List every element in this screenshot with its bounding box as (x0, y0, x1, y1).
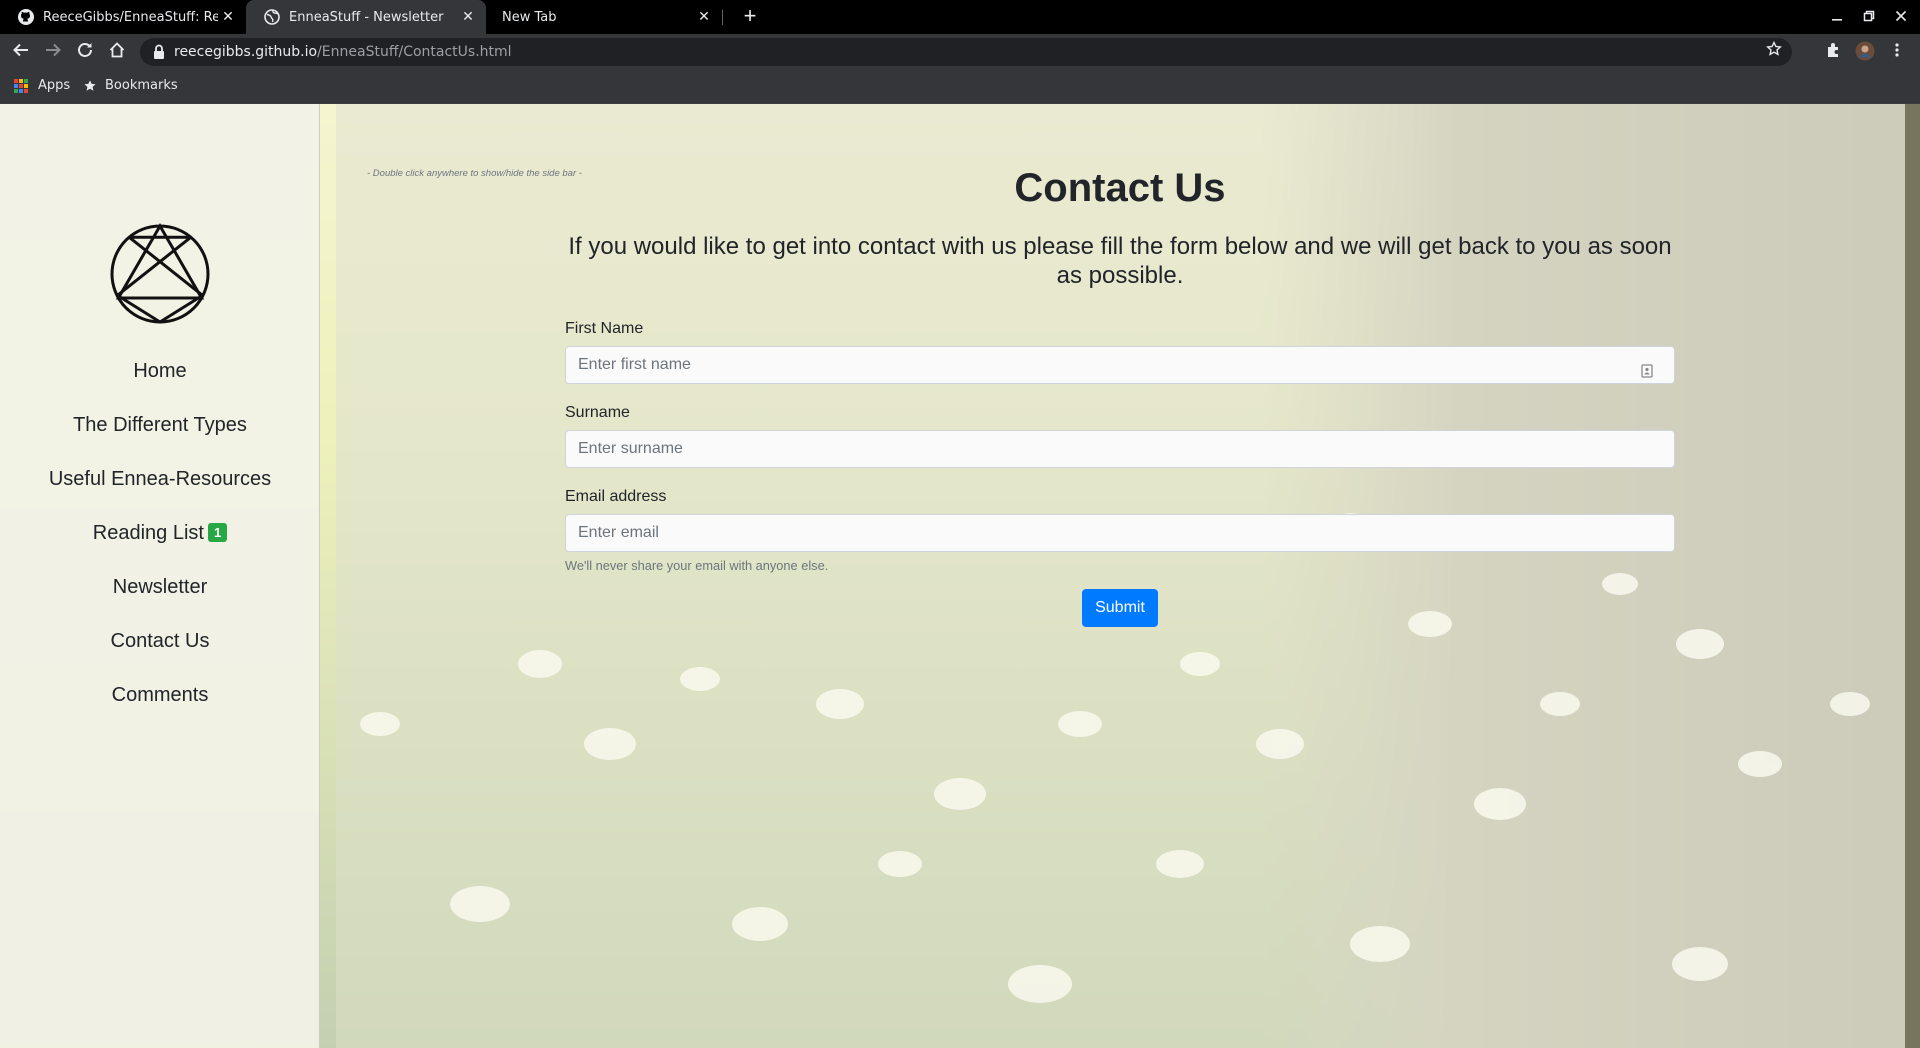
back-icon[interactable] (10, 41, 32, 63)
reload-icon[interactable] (74, 41, 96, 63)
tab-title: ReeceGibbs/EnneaStuff: Rep (43, 9, 218, 25)
submit-button[interactable]: Submit (1082, 589, 1158, 627)
window-close-icon[interactable] (1890, 6, 1912, 28)
reading-list-count-badge: 1 (207, 523, 228, 542)
bookmarks-bar: Apps Bookmarks (0, 70, 1920, 104)
bookmark-star-icon[interactable] (1766, 40, 1782, 62)
email-label: Email address (565, 488, 667, 505)
close-icon[interactable]: ✕ (694, 9, 714, 25)
sidebar: Home The Different Types Useful Ennea-Re… (0, 104, 320, 1048)
profile-avatar-icon[interactable] (1854, 41, 1876, 63)
lock-icon (153, 44, 167, 60)
surname-label: Surname (565, 404, 630, 421)
page-viewport: Home The Different Types Useful Ennea-Re… (0, 104, 1920, 1048)
home-icon[interactable] (106, 41, 128, 63)
github-icon (18, 9, 34, 25)
autofill-contact-icon[interactable] (1641, 364, 1653, 378)
sidebar-item-comments[interactable]: Comments (0, 684, 320, 707)
email-field[interactable] (565, 514, 1675, 552)
tab-newsletter[interactable]: EnneaStuff - Newsletter ✕ (246, 0, 486, 34)
page-title: Contact Us (1014, 166, 1226, 210)
sidebar-toggle-hint: - Double click anywhere to show/hide the… (367, 168, 582, 179)
forward-icon[interactable] (42, 41, 64, 63)
sidebar-item-contact-us[interactable]: Contact Us (0, 630, 320, 653)
bookmark-bookmarks[interactable]: Bookmarks (83, 78, 178, 93)
sidebar-item-ennea-resources[interactable]: Useful Ennea-Resources (0, 468, 320, 491)
bookmark-label: Bookmarks (105, 78, 178, 93)
url-host: reecegibbs.github.io (174, 44, 318, 60)
bookmark-label: Apps (38, 78, 71, 93)
right-edge-strip (1905, 104, 1920, 1048)
tab-strip: ReeceGibbs/EnneaStuff: Rep ✕ EnneaStuff … (0, 0, 1920, 34)
tab-title: New Tab (502, 9, 557, 25)
tab-separator (722, 10, 723, 25)
url-text: reecegibbs.github.io/EnneaStuff/ContactU… (174, 44, 512, 60)
first-name-wrapper (565, 346, 1675, 384)
minimize-icon[interactable] (1826, 6, 1848, 28)
bookmark-apps[interactable]: Apps (14, 78, 70, 93)
close-icon[interactable]: ✕ (458, 9, 478, 25)
tab-github[interactable]: ReeceGibbs/EnneaStuff: Rep ✕ (0, 0, 246, 34)
contact-form-section: Contact Us If you would like to get into… (565, 164, 1675, 627)
enneagram-icon (110, 223, 210, 324)
surname-field[interactable] (565, 430, 1675, 468)
first-name-field[interactable] (565, 346, 1675, 384)
star-icon (83, 79, 97, 93)
restore-icon[interactable] (1858, 6, 1880, 28)
url-path: /EnneaStuff/ContactUs.html (317, 44, 512, 60)
first-name-label: First Name (565, 320, 644, 337)
sidebar-item-different-types[interactable]: The Different Types (0, 414, 320, 437)
globe-icon (264, 9, 280, 25)
email-help-text: We'll never share your email with anyone… (565, 558, 829, 573)
menu-kebab-icon[interactable] (1886, 41, 1908, 63)
sidebar-item-reading-list[interactable]: Reading List 1 (0, 522, 320, 545)
apps-grid-icon (14, 78, 28, 93)
browser-toolbar: reecegibbs.github.io/EnneaStuff/ContactU… (0, 34, 1920, 70)
intro-text: If you would like to get into contact wi… (568, 233, 1672, 289)
address-bar[interactable]: reecegibbs.github.io/EnneaStuff/ContactU… (140, 38, 1792, 66)
extensions-icon[interactable] (1822, 41, 1844, 63)
browser-window: ReeceGibbs/EnneaStuff: Rep ✕ EnneaStuff … (0, 0, 1920, 1048)
sidebar-item-label: Reading List (92, 522, 204, 544)
sidebar-item-home[interactable]: Home (0, 360, 320, 383)
tab-title: EnneaStuff - Newsletter (289, 9, 444, 25)
tab-new[interactable]: New Tab ✕ (486, 0, 722, 34)
close-icon[interactable]: ✕ (218, 9, 238, 25)
sidebar-item-newsletter[interactable]: Newsletter (0, 576, 320, 599)
new-tab-button[interactable]: + (737, 4, 763, 30)
